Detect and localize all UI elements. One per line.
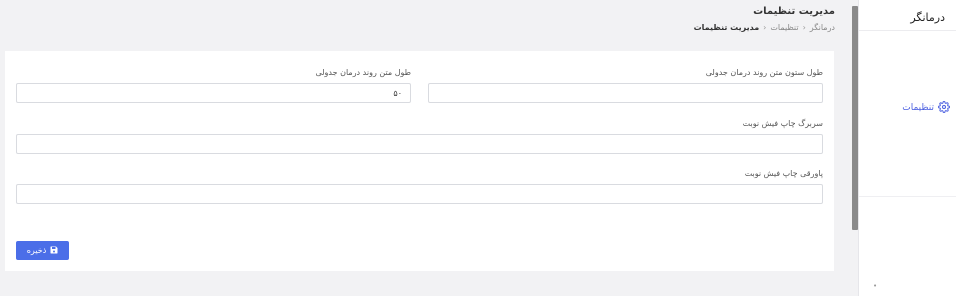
sidebar-item-settings[interactable]: تنظیمات [863, 99, 950, 117]
save-button-label: ذخیره [26, 246, 47, 255]
page-title: مدیریت تنظیمات [753, 6, 835, 17]
breadcrumb-separator: ‹ [802, 23, 806, 32]
print-footer-input[interactable] [16, 184, 823, 204]
scrollbar-thumb[interactable] [852, 6, 858, 230]
breadcrumb-settings[interactable]: تنظیمات [770, 23, 798, 32]
settings-form-card: طول ستون متن روند درمان جدولی طول متن رو… [5, 51, 834, 271]
save-button[interactable]: ذخیره [16, 241, 69, 260]
table-text-length-input[interactable] [16, 83, 411, 103]
print-header-label: سربرگ چاپ فیش نوبت [742, 119, 823, 128]
table-column-length-input[interactable] [428, 83, 823, 103]
gear-icon [938, 100, 950, 116]
app-name: درمانگر [859, 0, 956, 31]
sidebar: درمانگر تنظیمات • [858, 0, 956, 296]
breadcrumb: درمانگر ‹ تنظیمات ‹ مدیریت تنظیمات [694, 23, 835, 32]
sidebar-divider [859, 196, 956, 197]
sidebar-footer-dot: • [873, 282, 878, 290]
save-icon [50, 246, 58, 256]
print-footer-label: پاورقی چاپ فیش نوبت [744, 169, 823, 178]
table-text-length-label: طول متن روند درمان جدولی [315, 68, 411, 77]
print-header-input[interactable] [16, 134, 823, 154]
breadcrumb-separator: ‹ [763, 23, 767, 32]
sidebar-item-label: تنظیمات [902, 103, 934, 113]
breadcrumb-home[interactable]: درمانگر [810, 23, 835, 32]
breadcrumb-current: مدیریت تنظیمات [693, 23, 760, 32]
table-column-length-label: طول ستون متن روند درمان جدولی [705, 68, 823, 77]
